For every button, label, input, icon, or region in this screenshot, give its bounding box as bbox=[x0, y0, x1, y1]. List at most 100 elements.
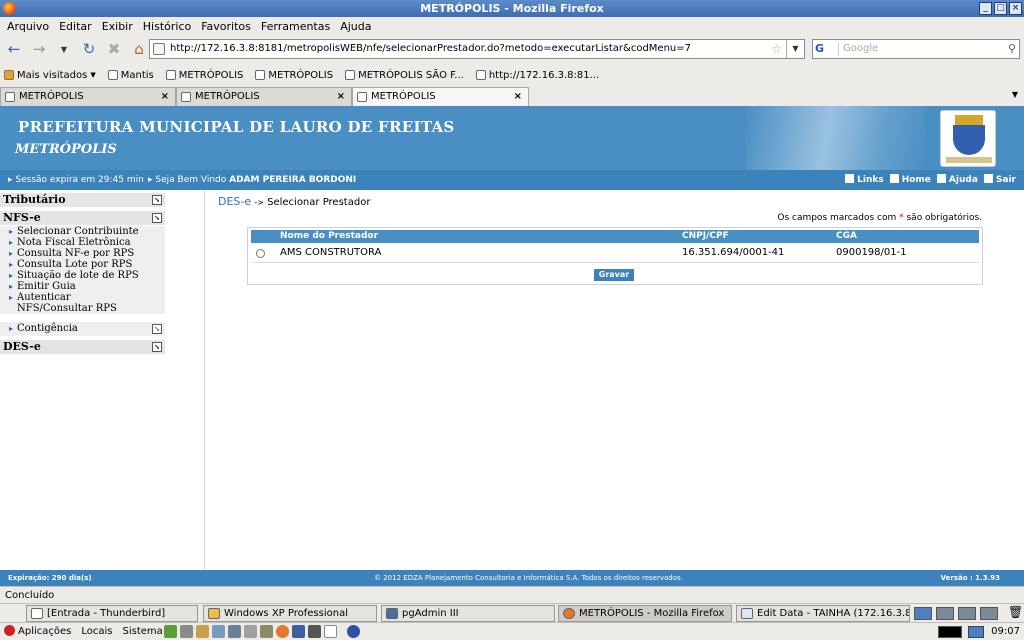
minimize-button[interactable]: _ bbox=[979, 2, 992, 15]
tab-metropolis-2[interactable]: METRÓPOLIS × bbox=[176, 87, 352, 106]
task-pgadmin[interactable]: pgAdmin III bbox=[381, 605, 555, 622]
bookmark-mais-visitados[interactable]: Mais visitados ▼ bbox=[4, 70, 96, 81]
history-dropdown-icon[interactable]: ▼ bbox=[53, 38, 75, 60]
sidebar-section-tributario[interactable]: Tributário ↘ bbox=[0, 193, 165, 207]
required-star: * bbox=[899, 213, 904, 223]
menu-ajuda[interactable]: Ajuda bbox=[335, 20, 376, 33]
menu-editar[interactable]: Editar bbox=[54, 20, 97, 33]
workspace-2[interactable] bbox=[936, 607, 954, 620]
menu-exibir[interactable]: Exibir bbox=[97, 20, 138, 33]
tab-metropolis-1[interactable]: METRÓPOLIS × bbox=[0, 87, 176, 106]
workspace-4[interactable] bbox=[980, 607, 998, 620]
link-label: Ajuda bbox=[948, 175, 978, 185]
page-icon bbox=[165, 70, 176, 80]
url-text: http://172.16.3.8:8181/metropolisWEB/nfe… bbox=[170, 43, 691, 54]
expand-arrow-icon[interactable]: ↘ bbox=[152, 324, 162, 334]
menu-arquivo[interactable]: Arquivo bbox=[2, 20, 54, 33]
task-edit-data[interactable]: Edit Data - TAINHA (172.16.3.8:... bbox=[736, 605, 910, 622]
sidebar-item-emitir-guia[interactable]: Emitir Guia bbox=[0, 281, 165, 292]
monitor-icon[interactable] bbox=[228, 625, 241, 638]
shield-icon bbox=[953, 125, 985, 155]
nfse-submenu: Selecionar Contribuinte Nota Fiscal Elet… bbox=[0, 226, 165, 314]
calculator-icon[interactable] bbox=[212, 625, 225, 638]
bookmark-metropolis-sao-f[interactable]: METRÓPOLIS SÃO F... bbox=[345, 70, 464, 81]
network-status-icon[interactable] bbox=[968, 626, 984, 638]
table-row[interactable]: AMS CONSTRUTORA 16.351.694/0001-41 09001… bbox=[251, 243, 979, 263]
network-icon[interactable] bbox=[244, 625, 257, 638]
update-notifier-icon[interactable] bbox=[347, 625, 360, 638]
reload-icon[interactable]: ↻ bbox=[78, 38, 100, 60]
sidebar-item-consulta-lote-rps[interactable]: Consulta Lote por RPS bbox=[0, 259, 165, 270]
close-tab-icon[interactable]: × bbox=[514, 88, 522, 106]
script-icon[interactable] bbox=[308, 625, 321, 638]
sidebar-section-nfse[interactable]: NFS-e ↘ bbox=[0, 211, 165, 225]
system-monitor-icon[interactable] bbox=[938, 626, 962, 638]
home-icon bbox=[889, 174, 899, 183]
link-ajuda[interactable]: Ajuda bbox=[936, 170, 978, 190]
gimp-icon[interactable] bbox=[324, 625, 337, 638]
search-engine-icon[interactable]: G bbox=[815, 42, 839, 56]
menu-aplicacoes[interactable]: Aplicações bbox=[4, 623, 71, 640]
breadcrumb-module[interactable]: DES-e bbox=[218, 195, 251, 208]
expand-arrow-icon[interactable]: ↘ bbox=[152, 195, 162, 205]
firefox-icon[interactable] bbox=[276, 625, 289, 638]
link-sair[interactable]: Sair bbox=[983, 170, 1016, 190]
menu-locais[interactable]: Locais bbox=[81, 623, 112, 640]
bookmark-mantis[interactable]: Mantis bbox=[107, 70, 154, 81]
close-tab-icon[interactable]: × bbox=[337, 88, 345, 106]
link-home[interactable]: Home bbox=[889, 170, 931, 190]
bookmark-ip-link[interactable]: http://172.16.3.8:81... bbox=[475, 70, 599, 81]
close-window-button[interactable]: × bbox=[1009, 2, 1022, 15]
sidebar-item-contingencia[interactable]: ▸ Contigência ↘ bbox=[0, 322, 165, 336]
tab-list-dropdown-icon[interactable]: ▼ bbox=[1012, 90, 1018, 99]
expand-arrow-icon[interactable]: ↘ bbox=[152, 342, 162, 352]
workspace-1[interactable] bbox=[914, 607, 932, 620]
welcome-prefix: Seja Bem Vindo bbox=[155, 175, 227, 185]
url-dropdown-icon[interactable]: ▼ bbox=[786, 40, 804, 58]
task-thunderbird[interactable]: [Entrada - Thunderbird] bbox=[26, 605, 198, 622]
menu-favoritos[interactable]: Favoritos bbox=[196, 20, 256, 33]
bookmark-star-icon[interactable]: ☆ bbox=[771, 40, 782, 58]
sidebar-item-autenticar-nfs[interactable]: Autenticar NFS/Consultar RPS bbox=[0, 292, 165, 314]
back-arrow-icon[interactable]: ← bbox=[3, 38, 25, 60]
section-label: NFS-e bbox=[3, 211, 41, 224]
workspace-switcher[interactable]: 🗑 bbox=[912, 605, 1024, 622]
sidebar-item-selecionar-contribuinte[interactable]: Selecionar Contribuinte bbox=[0, 226, 165, 237]
expand-arrow-icon[interactable]: ↘ bbox=[152, 213, 162, 223]
briefcase-icon[interactable] bbox=[260, 625, 273, 638]
sidebar-item-nota-fiscal-eletronica[interactable]: Nota Fiscal Eletrônica bbox=[0, 237, 165, 248]
sidebar-item-consulta-nfe-rps[interactable]: Consulta NF-e por RPS bbox=[0, 248, 165, 259]
tree-app-icon[interactable] bbox=[164, 625, 177, 638]
sidebar-item-situacao-lote-rps[interactable]: Situação de lote de RPS bbox=[0, 270, 165, 281]
task-windows-xp[interactable]: Windows XP Professional bbox=[203, 605, 377, 622]
sidebar-section-dese[interactable]: DES-e ↘ bbox=[0, 340, 165, 354]
exit-icon bbox=[983, 174, 993, 183]
bookmark-metropolis-2[interactable]: METRÓPOLIS bbox=[255, 70, 333, 81]
gear-icon[interactable] bbox=[180, 625, 193, 638]
section-label: Tributário bbox=[3, 193, 66, 206]
menu-sistema[interactable]: Sistema bbox=[123, 623, 163, 640]
save-button[interactable]: Gravar bbox=[594, 269, 634, 281]
select-prestador-radio[interactable] bbox=[256, 249, 265, 258]
search-icon[interactable]: ⚲ bbox=[1008, 40, 1016, 58]
menu-historico[interactable]: Histórico bbox=[138, 20, 196, 33]
home-icon[interactable]: ⌂ bbox=[128, 38, 150, 60]
terminal-icon[interactable] bbox=[292, 625, 305, 638]
maximize-button[interactable]: □ bbox=[994, 2, 1007, 15]
search-input[interactable]: G Google ⚲ bbox=[812, 39, 1020, 59]
forward-arrow-icon[interactable]: → bbox=[28, 38, 50, 60]
menu-ferramentas[interactable]: Ferramentas bbox=[256, 20, 335, 33]
tab-metropolis-3[interactable]: METRÓPOLIS × bbox=[352, 87, 529, 107]
stop-icon[interactable]: ✖ bbox=[103, 38, 125, 60]
document-icon[interactable] bbox=[196, 625, 209, 638]
bookmark-metropolis-1[interactable]: METRÓPOLIS bbox=[165, 69, 244, 81]
clock[interactable]: 09:07 bbox=[991, 623, 1020, 640]
trash-icon[interactable]: 🗑 bbox=[1008, 605, 1023, 619]
link-label: Sair bbox=[995, 175, 1016, 185]
task-firefox[interactable]: METRÓPOLIS - Mozilla Firefox bbox=[558, 605, 732, 622]
workspace-3[interactable] bbox=[958, 607, 976, 620]
link-links[interactable]: Links bbox=[845, 170, 884, 190]
bookmark-label: METRÓPOLIS bbox=[178, 69, 244, 81]
url-bar[interactable]: http://172.16.3.8:8181/metropolisWEB/nfe… bbox=[149, 39, 805, 59]
close-tab-icon[interactable]: × bbox=[161, 88, 169, 106]
